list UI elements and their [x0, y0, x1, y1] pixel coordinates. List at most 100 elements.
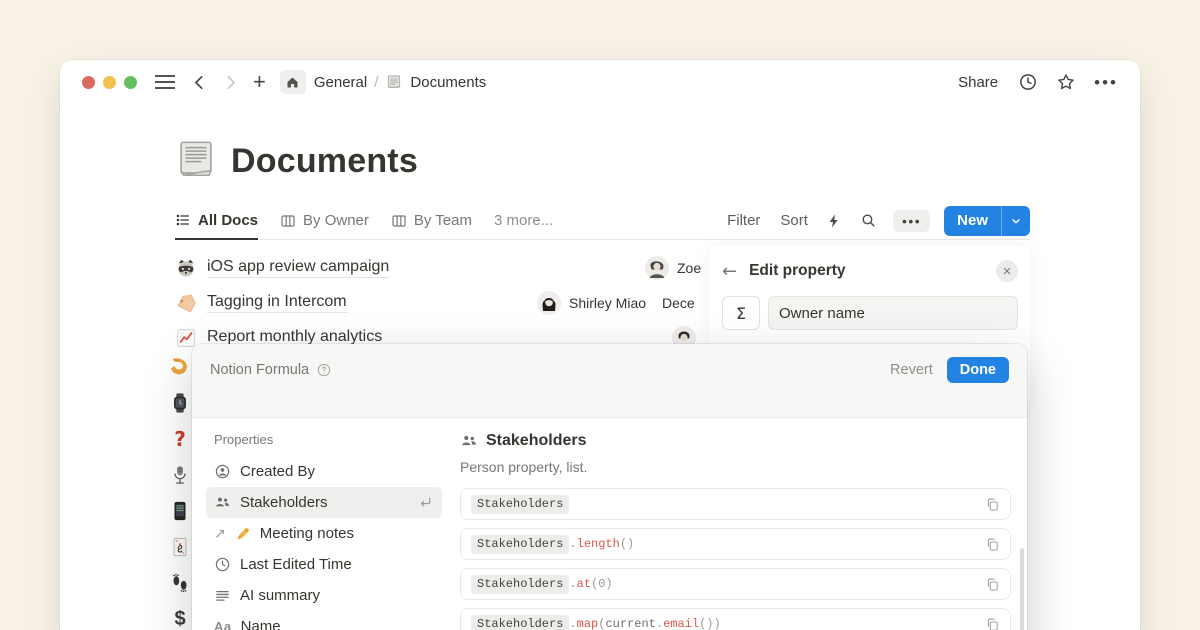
back-arrow-icon[interactable]: ← — [722, 261, 737, 282]
property-label: Created By — [240, 463, 315, 480]
copy-icon[interactable] — [985, 577, 1000, 592]
help-icon[interactable] — [316, 362, 332, 378]
property-item-created-by[interactable]: Created By — [206, 456, 442, 487]
property-token: Stakeholders — [471, 575, 569, 594]
tab-all-docs-label: All Docs — [198, 212, 258, 229]
properties-section-label: Properties — [206, 430, 442, 456]
return-key-icon — [417, 494, 434, 511]
new-button-label[interactable]: New — [944, 206, 1001, 236]
property-label: Last Edited Time — [240, 556, 352, 573]
property-item-stakeholders[interactable]: Stakeholders — [206, 487, 442, 518]
row-meta: Zoe — [645, 256, 701, 280]
doc-property-title: Stakeholders — [486, 432, 586, 450]
updates-clock-icon[interactable] — [1018, 72, 1038, 92]
formula-example[interactable]: Stakeholders — [460, 488, 1011, 520]
people-icon — [460, 432, 478, 450]
tab-all-docs[interactable]: All Docs — [175, 202, 258, 240]
search-icon[interactable] — [860, 212, 877, 229]
watch-icon — [168, 391, 192, 415]
sidebar-toggle-icon[interactable] — [155, 75, 175, 89]
zoom-window-button[interactable] — [124, 76, 137, 89]
property-name-input[interactable]: Owner name — [768, 296, 1018, 330]
copy-icon[interactable] — [985, 497, 1000, 512]
formula-examples: Stakeholders Stakeholders .length() — [460, 488, 1011, 630]
board-view-icon — [391, 213, 407, 229]
tab-by-team-label: By Team — [414, 212, 472, 229]
nav-back-icon[interactable] — [191, 74, 208, 91]
text-type-icon: Aa — [214, 619, 232, 630]
favorite-star-icon[interactable] — [1056, 72, 1076, 92]
formula-example[interactable]: Stakeholders .length() — [460, 528, 1011, 560]
tab-by-owner[interactable]: By Owner — [280, 202, 369, 240]
edit-property-header: ← Edit property × — [722, 260, 1018, 282]
edit-property-title: Edit property — [749, 262, 845, 280]
text-lines-icon — [214, 587, 231, 604]
raccoon-icon — [175, 257, 197, 279]
doc-title[interactable]: Tagging in Intercom — [207, 293, 347, 313]
formula-example[interactable]: Stakeholders .at(0) — [460, 568, 1011, 600]
new-button[interactable]: New — [944, 206, 1030, 236]
new-dropdown-chevron-icon[interactable] — [1002, 206, 1030, 236]
formula-properties-column: Properties Created By Stakeholders ↗ — [192, 418, 454, 630]
doc-title[interactable]: iOS app review campaign — [207, 258, 389, 278]
formula-editor-popup: Notion Formula Revert Done Properties Cr… — [192, 344, 1027, 630]
home-icon[interactable] — [280, 70, 306, 94]
nav-forward-icon[interactable] — [222, 74, 239, 91]
flexed-biceps-icon — [168, 355, 192, 379]
property-label: AI summary — [240, 587, 320, 604]
owner-name: Zoe — [677, 260, 701, 276]
notion-window: + General / Documents Share ••• — [60, 60, 1140, 630]
property-token: Stakeholders — [471, 615, 569, 630]
property-item-last-edited-time[interactable]: Last Edited Time — [206, 549, 442, 580]
question-mark-icon: ? — [168, 427, 192, 451]
new-tab-icon[interactable]: + — [253, 71, 266, 93]
formula-sigma-icon[interactable]: Σ — [722, 296, 760, 330]
formula-popup-header: Notion Formula Revert Done — [192, 344, 1027, 418]
page-title-row: Documents — [175, 138, 418, 185]
breadcrumb-workspace[interactable]: General — [314, 74, 367, 91]
property-label: Meeting notes — [260, 525, 354, 542]
dollar-sign-icon: $ — [168, 607, 192, 630]
property-item-ai-summary[interactable]: AI summary — [206, 580, 442, 611]
view-options-icon[interactable]: ••• — [893, 210, 930, 232]
breadcrumb-page[interactable]: Documents — [410, 74, 486, 91]
done-button[interactable]: Done — [947, 357, 1009, 383]
microphone-icon — [168, 463, 192, 487]
close-window-button[interactable] — [82, 76, 95, 89]
hidden-rows-icon-rail: ? $ — [168, 355, 192, 630]
owner-name: Shirley Miao — [569, 295, 646, 311]
tab-more-views[interactable]: 3 more... — [494, 202, 553, 240]
close-icon[interactable]: × — [996, 260, 1018, 282]
traffic-lights — [82, 76, 137, 89]
property-label: Stakeholders — [240, 494, 328, 511]
board-view-icon — [280, 213, 296, 229]
page-title-document-icon — [175, 138, 217, 185]
share-button[interactable]: Share — [958, 74, 998, 91]
writing-hand-icon — [235, 526, 251, 542]
automations-lightning-icon[interactable] — [826, 213, 842, 229]
copy-icon[interactable] — [985, 537, 1000, 552]
sort-button[interactable]: Sort — [780, 212, 808, 229]
formula-example[interactable]: Stakeholders .map(current.email()) — [460, 608, 1011, 630]
view-toolbar: All Docs By Owner By Team 3 more... Filt… — [175, 202, 1030, 240]
avatar — [537, 291, 561, 315]
minimize-window-button[interactable] — [103, 76, 116, 89]
revert-button[interactable]: Revert — [890, 362, 933, 378]
popup-scrollbar[interactable] — [1020, 548, 1024, 630]
property-token: Stakeholders — [471, 495, 569, 514]
tab-by-team[interactable]: By Team — [391, 202, 472, 240]
copy-icon[interactable] — [985, 617, 1000, 630]
person-circle-icon — [214, 463, 231, 480]
avatar — [645, 256, 669, 280]
footprints-icon — [168, 571, 192, 595]
property-item-meeting-notes[interactable]: ↗ Meeting notes — [206, 518, 442, 549]
page-title: Documents — [231, 142, 418, 181]
document-page-icon — [385, 73, 403, 91]
property-item-name[interactable]: Aa Name — [206, 611, 442, 630]
property-label: Name — [241, 618, 281, 630]
doc-property-subtitle: Person property, list. — [460, 459, 1011, 475]
filter-button[interactable]: Filter — [727, 212, 760, 229]
formula-popup-title: Notion Formula — [210, 362, 309, 378]
formula-doc-column: Stakeholders Person property, list. Stak… — [454, 418, 1027, 630]
window-more-icon[interactable]: ••• — [1094, 74, 1118, 91]
